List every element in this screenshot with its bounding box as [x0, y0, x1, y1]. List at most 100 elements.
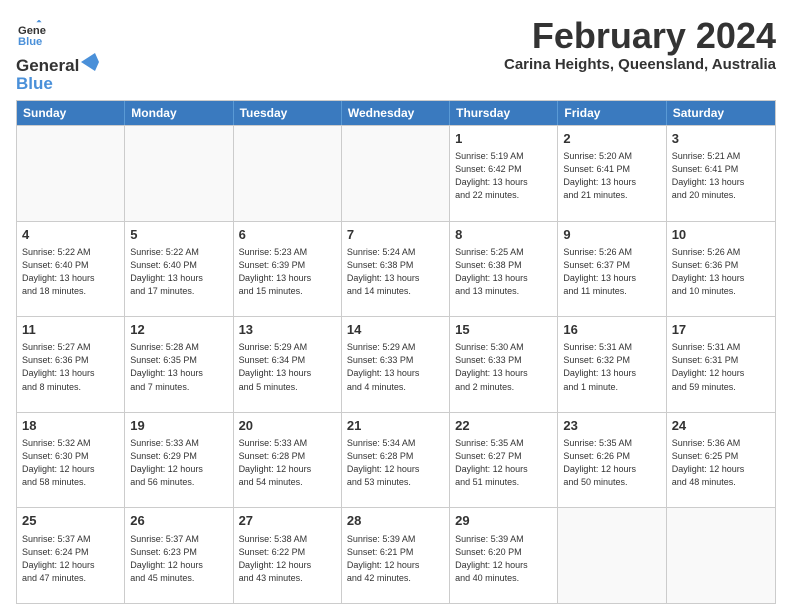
cal-cell: 5 Sunrise: 5:22 AM Sunset: 6:40 PM Daylig…	[125, 222, 233, 317]
cal-cell: 25 Sunrise: 5:37 AM Sunset: 6:24 PM Dayli…	[17, 508, 125, 603]
day-number: 6	[239, 226, 336, 244]
cal-cell: 20 Sunrise: 5:33 AM Sunset: 6:28 PM Dayli…	[234, 413, 342, 508]
day-number: 14	[347, 321, 444, 339]
day-number: 25	[22, 512, 119, 530]
month-title: February 2024	[504, 16, 776, 56]
logo-general: General	[16, 56, 79, 76]
svg-text:Blue: Blue	[18, 36, 42, 48]
cal-cell: 11 Sunrise: 5:27 AM Sunset: 6:36 PM Dayli…	[17, 317, 125, 412]
day-number: 4	[22, 226, 119, 244]
day-header-saturday: Saturday	[667, 101, 775, 125]
day-number: 1	[455, 130, 552, 148]
day-info: Sunrise: 5:29 AM Sunset: 6:34 PM Dayligh…	[239, 341, 336, 393]
day-info: Sunrise: 5:38 AM Sunset: 6:22 PM Dayligh…	[239, 533, 336, 585]
day-info: Sunrise: 5:32 AM Sunset: 6:30 PM Dayligh…	[22, 437, 119, 489]
day-info: Sunrise: 5:22 AM Sunset: 6:40 PM Dayligh…	[22, 246, 119, 298]
day-info: Sunrise: 5:37 AM Sunset: 6:24 PM Dayligh…	[22, 533, 119, 585]
calendar-header: SundayMondayTuesdayWednesdayThursdayFrid…	[17, 101, 775, 125]
day-number: 24	[672, 417, 770, 435]
cal-cell: 23 Sunrise: 5:35 AM Sunset: 6:26 PM Dayli…	[558, 413, 666, 508]
day-info: Sunrise: 5:35 AM Sunset: 6:26 PM Dayligh…	[563, 437, 660, 489]
week-row-4: 18Sunrise: 5:32 AM Sunset: 6:30 PM Dayli…	[17, 412, 775, 508]
day-header-monday: Monday	[125, 101, 233, 125]
calendar: SundayMondayTuesdayWednesdayThursdayFrid…	[16, 100, 776, 604]
logo: General Blue General Blue	[16, 20, 103, 94]
week-row-3: 11 Sunrise: 5:27 AM Sunset: 6:36 PM Dayli…	[17, 316, 775, 412]
day-number: 28	[347, 512, 444, 530]
title-block: February 2024 Carina Heights, Queensland…	[504, 16, 776, 73]
day-info: Sunrise: 5:34 AM Sunset: 6:28 PM Dayligh…	[347, 437, 444, 489]
day-info: Sunrise: 5:26 AM Sunset: 6:36 PM Dayligh…	[672, 246, 770, 298]
day-header-tuesday: Tuesday	[234, 101, 342, 125]
day-number: 29	[455, 512, 552, 530]
cal-cell: 4 Sunrise: 5:22 AM Sunset: 6:40 PM Daylig…	[17, 222, 125, 317]
day-header-sunday: Sunday	[17, 101, 125, 125]
day-number: 22	[455, 417, 552, 435]
day-number: 15	[455, 321, 552, 339]
day-number: 9	[563, 226, 660, 244]
day-number: 26	[130, 512, 227, 530]
cal-cell: 13 Sunrise: 5:29 AM Sunset: 6:34 PM Dayli…	[234, 317, 342, 412]
day-info: Sunrise: 5:33 AM Sunset: 6:29 PM Dayligh…	[130, 437, 227, 489]
day-info: Sunrise: 5:28 AM Sunset: 6:35 PM Dayligh…	[130, 341, 227, 393]
day-number: 2	[563, 130, 660, 148]
day-info: Sunrise: 5:36 AM Sunset: 6:25 PM Dayligh…	[672, 437, 770, 489]
day-header-thursday: Thursday	[450, 101, 558, 125]
page: General Blue General Blue February 2024 …	[0, 0, 792, 612]
day-info: Sunrise: 5:22 AM Sunset: 6:40 PM Dayligh…	[130, 246, 227, 298]
day-info: Sunrise: 5:27 AM Sunset: 6:36 PM Dayligh…	[22, 341, 119, 393]
cal-cell: 1 Sunrise: 5:19 AM Sunset: 6:42 PM Daylig…	[450, 126, 558, 221]
svg-text:General: General	[18, 25, 46, 37]
day-header-wednesday: Wednesday	[342, 101, 450, 125]
cal-cell: 21Sunrise: 5:34 AM Sunset: 6:28 PM Dayli…	[342, 413, 450, 508]
cal-cell: 26 Sunrise: 5:37 AM Sunset: 6:23 PM Dayli…	[125, 508, 233, 603]
cal-cell: 9 Sunrise: 5:26 AM Sunset: 6:37 PM Daylig…	[558, 222, 666, 317]
cal-cell: 29 Sunrise: 5:39 AM Sunset: 6:20 PM Dayli…	[450, 508, 558, 603]
cal-cell: 22 Sunrise: 5:35 AM Sunset: 6:27 PM Dayli…	[450, 413, 558, 508]
cal-cell: 17 Sunrise: 5:31 AM Sunset: 6:31 PM Dayli…	[667, 317, 775, 412]
day-number: 11	[22, 321, 119, 339]
cal-cell: 19 Sunrise: 5:33 AM Sunset: 6:29 PM Dayli…	[125, 413, 233, 508]
logo-blue: Blue	[16, 74, 103, 94]
day-info: Sunrise: 5:39 AM Sunset: 6:20 PM Dayligh…	[455, 533, 552, 585]
calendar-body: 1 Sunrise: 5:19 AM Sunset: 6:42 PM Daylig…	[17, 125, 775, 603]
location-subtitle: Carina Heights, Queensland, Australia	[504, 56, 776, 73]
cal-cell: 14Sunrise: 5:29 AM Sunset: 6:33 PM Dayli…	[342, 317, 450, 412]
header: General Blue General Blue February 2024 …	[16, 16, 776, 94]
day-info: Sunrise: 5:35 AM Sunset: 6:27 PM Dayligh…	[455, 437, 552, 489]
day-info: Sunrise: 5:21 AM Sunset: 6:41 PM Dayligh…	[672, 150, 770, 202]
cal-cell	[125, 126, 233, 221]
day-info: Sunrise: 5:39 AM Sunset: 6:21 PM Dayligh…	[347, 533, 444, 585]
day-info: Sunrise: 5:37 AM Sunset: 6:23 PM Dayligh…	[130, 533, 227, 585]
day-number: 20	[239, 417, 336, 435]
cal-cell: 12 Sunrise: 5:28 AM Sunset: 6:35 PM Dayli…	[125, 317, 233, 412]
cal-cell	[234, 126, 342, 221]
cal-cell	[342, 126, 450, 221]
day-number: 23	[563, 417, 660, 435]
logo-bird	[81, 53, 103, 71]
logo-icon: General Blue	[18, 20, 46, 48]
cal-cell: 10Sunrise: 5:26 AM Sunset: 6:36 PM Dayli…	[667, 222, 775, 317]
day-number: 13	[239, 321, 336, 339]
cal-cell: 24 Sunrise: 5:36 AM Sunset: 6:25 PM Dayli…	[667, 413, 775, 508]
day-info: Sunrise: 5:33 AM Sunset: 6:28 PM Dayligh…	[239, 437, 336, 489]
day-number: 8	[455, 226, 552, 244]
day-info: Sunrise: 5:31 AM Sunset: 6:31 PM Dayligh…	[672, 341, 770, 393]
day-number: 27	[239, 512, 336, 530]
cal-cell: 7Sunrise: 5:24 AM Sunset: 6:38 PM Daylig…	[342, 222, 450, 317]
cal-cell: 16Sunrise: 5:31 AM Sunset: 6:32 PM Dayli…	[558, 317, 666, 412]
day-info: Sunrise: 5:19 AM Sunset: 6:42 PM Dayligh…	[455, 150, 552, 202]
week-row-5: 25 Sunrise: 5:37 AM Sunset: 6:24 PM Dayli…	[17, 507, 775, 603]
day-number: 16	[563, 321, 660, 339]
day-number: 5	[130, 226, 227, 244]
cal-cell: 8 Sunrise: 5:25 AM Sunset: 6:38 PM Daylig…	[450, 222, 558, 317]
day-number: 19	[130, 417, 227, 435]
day-info: Sunrise: 5:25 AM Sunset: 6:38 PM Dayligh…	[455, 246, 552, 298]
cal-cell: 18Sunrise: 5:32 AM Sunset: 6:30 PM Dayli…	[17, 413, 125, 508]
day-number: 17	[672, 321, 770, 339]
cal-cell	[17, 126, 125, 221]
day-info: Sunrise: 5:24 AM Sunset: 6:38 PM Dayligh…	[347, 246, 444, 298]
day-number: 12	[130, 321, 227, 339]
day-info: Sunrise: 5:26 AM Sunset: 6:37 PM Dayligh…	[563, 246, 660, 298]
week-row-2: 4 Sunrise: 5:22 AM Sunset: 6:40 PM Daylig…	[17, 221, 775, 317]
